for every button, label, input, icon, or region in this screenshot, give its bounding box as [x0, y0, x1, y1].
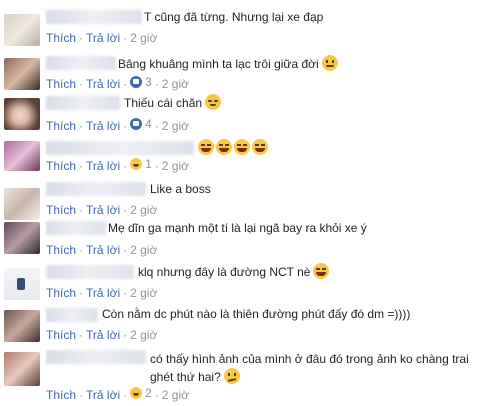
reaction-summary[interactable]: 1: [130, 157, 152, 171]
haha-icon: [130, 158, 143, 170]
comment-text: T cũng đã từng. Nhưng lại xe đạp: [144, 10, 324, 24]
timestamp[interactable]: 2 giờ: [162, 159, 189, 173]
reaction-count: 4: [145, 117, 152, 131]
timestamp[interactable]: 2 giờ: [130, 328, 157, 342]
commenter-name[interactable]: [46, 10, 142, 24]
like-icon: [130, 118, 143, 130]
comment-text: Mẹ dĩn ga mạnh một tí là lại ngã bay ra …: [108, 221, 367, 235]
commenter-name[interactable]: [46, 141, 194, 155]
like-link[interactable]: Thích: [46, 286, 76, 300]
reply-link[interactable]: Trả lời: [86, 203, 120, 217]
comment-item: Thiếu cái chăn Thích · Trả lời · 4 · 2 giờ: [0, 90, 490, 138]
comment-text: Like a boss: [150, 182, 211, 196]
like-link[interactable]: Thích: [46, 243, 76, 257]
timestamp[interactable]: 2 giờ: [162, 388, 189, 402]
smile-emoji-icon: [321, 55, 338, 71]
avatar[interactable]: [4, 141, 40, 171]
comment-actions: Thích · Trả lời · 4 · 2 giờ: [46, 117, 190, 133]
laugh-emoji-icon: [313, 263, 330, 279]
laugh-emoji-icon: [234, 139, 250, 155]
haha-icon: [130, 387, 143, 399]
comment-text: Bâng khuâng mình ta lạc trôi giữa đời: [118, 55, 338, 72]
blush-emoji-icon: [205, 94, 222, 110]
comment-actions: Thích · Trả lời · 3 · 2 giờ: [46, 75, 190, 91]
timestamp[interactable]: 2 giờ: [130, 203, 157, 217]
commenter-name[interactable]: [46, 308, 98, 322]
avatar[interactable]: [4, 58, 40, 90]
commenter-name[interactable]: [46, 221, 106, 235]
comment-item: Like a boss Thích · Trả lời · 2 giờ: [0, 176, 490, 220]
avatar[interactable]: [4, 222, 40, 254]
timestamp[interactable]: 2 giờ: [130, 243, 157, 257]
laugh-emoji-icon: [198, 139, 214, 155]
reaction-count: 1: [145, 157, 152, 171]
commenter-name[interactable]: [46, 96, 120, 110]
timestamp[interactable]: 2 giờ: [162, 77, 189, 91]
reply-link[interactable]: Trả lời: [86, 388, 120, 402]
laugh-emoji-icon: [252, 139, 268, 155]
comment-actions: Thích · Trả lời · 2 giờ: [46, 31, 158, 45]
like-link[interactable]: Thích: [46, 77, 76, 91]
comment-item: Bâng khuâng mình ta lạc trôi giữa đời Th…: [0, 44, 490, 91]
avatar[interactable]: [4, 98, 40, 130]
commenter-name[interactable]: [46, 56, 116, 70]
reply-link[interactable]: Trả lời: [86, 119, 120, 133]
comment-text: klq nhưng đây là đường NCT nè: [138, 263, 330, 280]
comment-item: T cũng đã từng. Nhưng lại xe đạp Thích · T…: [0, 0, 490, 46]
comment-text: Còn nằm dc phút nào là thiên đường phút …: [102, 307, 411, 321]
like-link[interactable]: Thích: [46, 203, 76, 217]
commenter-name[interactable]: [46, 350, 146, 364]
like-link[interactable]: Thích: [46, 31, 76, 45]
avatar[interactable]: [4, 352, 40, 386]
comment-item: klq nhưng đây là đường NCT nè Thích · Trả …: [0, 260, 490, 302]
comment-actions: Thích · Trả lời · 2 giờ: [46, 328, 158, 342]
comment-emoji-row: [196, 139, 268, 157]
avatar[interactable]: [4, 310, 40, 342]
confused-emoji-icon: [223, 368, 240, 384]
comment-actions: Thích · Trả lời · 2 giờ: [46, 243, 158, 257]
like-icon: [130, 76, 143, 88]
comment-text-content: Bâng khuâng mình ta lạc trôi giữa đời: [118, 57, 319, 71]
reaction-count: 2: [145, 386, 152, 400]
comment-item: Mẹ dĩn ga mạnh một tí là lại ngã bay ra …: [0, 216, 490, 260]
commenter-name[interactable]: [46, 182, 146, 196]
comment-actions: Thích · Trả lời · 2 giờ: [46, 203, 158, 217]
comment-actions: Thích · Trả lời · 2 giờ: [46, 286, 158, 300]
reply-link[interactable]: Trả lời: [86, 328, 120, 342]
laugh-emoji-icon: [216, 139, 232, 155]
like-link[interactable]: Thích: [46, 388, 76, 402]
comment-item: Còn nằm dc phút nào là thiên đường phút …: [0, 302, 490, 346]
reaction-summary[interactable]: 3: [130, 75, 152, 89]
reaction-summary[interactable]: 4: [130, 117, 152, 131]
avatar[interactable]: [4, 14, 40, 46]
comment-item: có thấy hình ảnh của mình ở đâu đó trong…: [0, 346, 490, 406]
comment-item: Thích · Trả lời · 1 · 2 giờ: [0, 138, 490, 176]
reaction-summary[interactable]: 2: [130, 386, 152, 400]
comment-actions: Thích · Trả lời · 2 · 2 giờ: [46, 386, 190, 402]
reply-link[interactable]: Trả lời: [86, 77, 120, 91]
reply-link[interactable]: Trả lời: [86, 286, 120, 300]
comment-text: có thấy hình ảnh của mình ở đâu đó trong…: [150, 350, 485, 386]
avatar-figure-icon: [17, 278, 25, 290]
comment-text: Thiếu cái chăn: [124, 94, 222, 111]
timestamp[interactable]: 2 giờ: [162, 119, 189, 133]
comment-text-content: Thiếu cái chăn: [124, 96, 203, 110]
comment-text-content: klq nhưng đây là đường NCT nè: [138, 265, 311, 279]
reply-link[interactable]: Trả lời: [86, 243, 120, 257]
commenter-name[interactable]: [46, 265, 134, 279]
comment-actions: Thích · Trả lời · 1 · 2 giờ: [46, 157, 190, 173]
reply-link[interactable]: Trả lời: [86, 159, 120, 173]
like-link[interactable]: Thích: [46, 119, 76, 133]
like-link[interactable]: Thích: [46, 328, 76, 342]
timestamp[interactable]: 2 giờ: [130, 31, 157, 45]
timestamp[interactable]: 2 giờ: [130, 286, 157, 300]
like-link[interactable]: Thích: [46, 159, 76, 173]
comment-text-content: có thấy hình ảnh của mình ở đâu đó trong…: [150, 352, 469, 384]
reaction-count: 3: [145, 75, 152, 89]
reply-link[interactable]: Trả lời: [86, 31, 120, 45]
